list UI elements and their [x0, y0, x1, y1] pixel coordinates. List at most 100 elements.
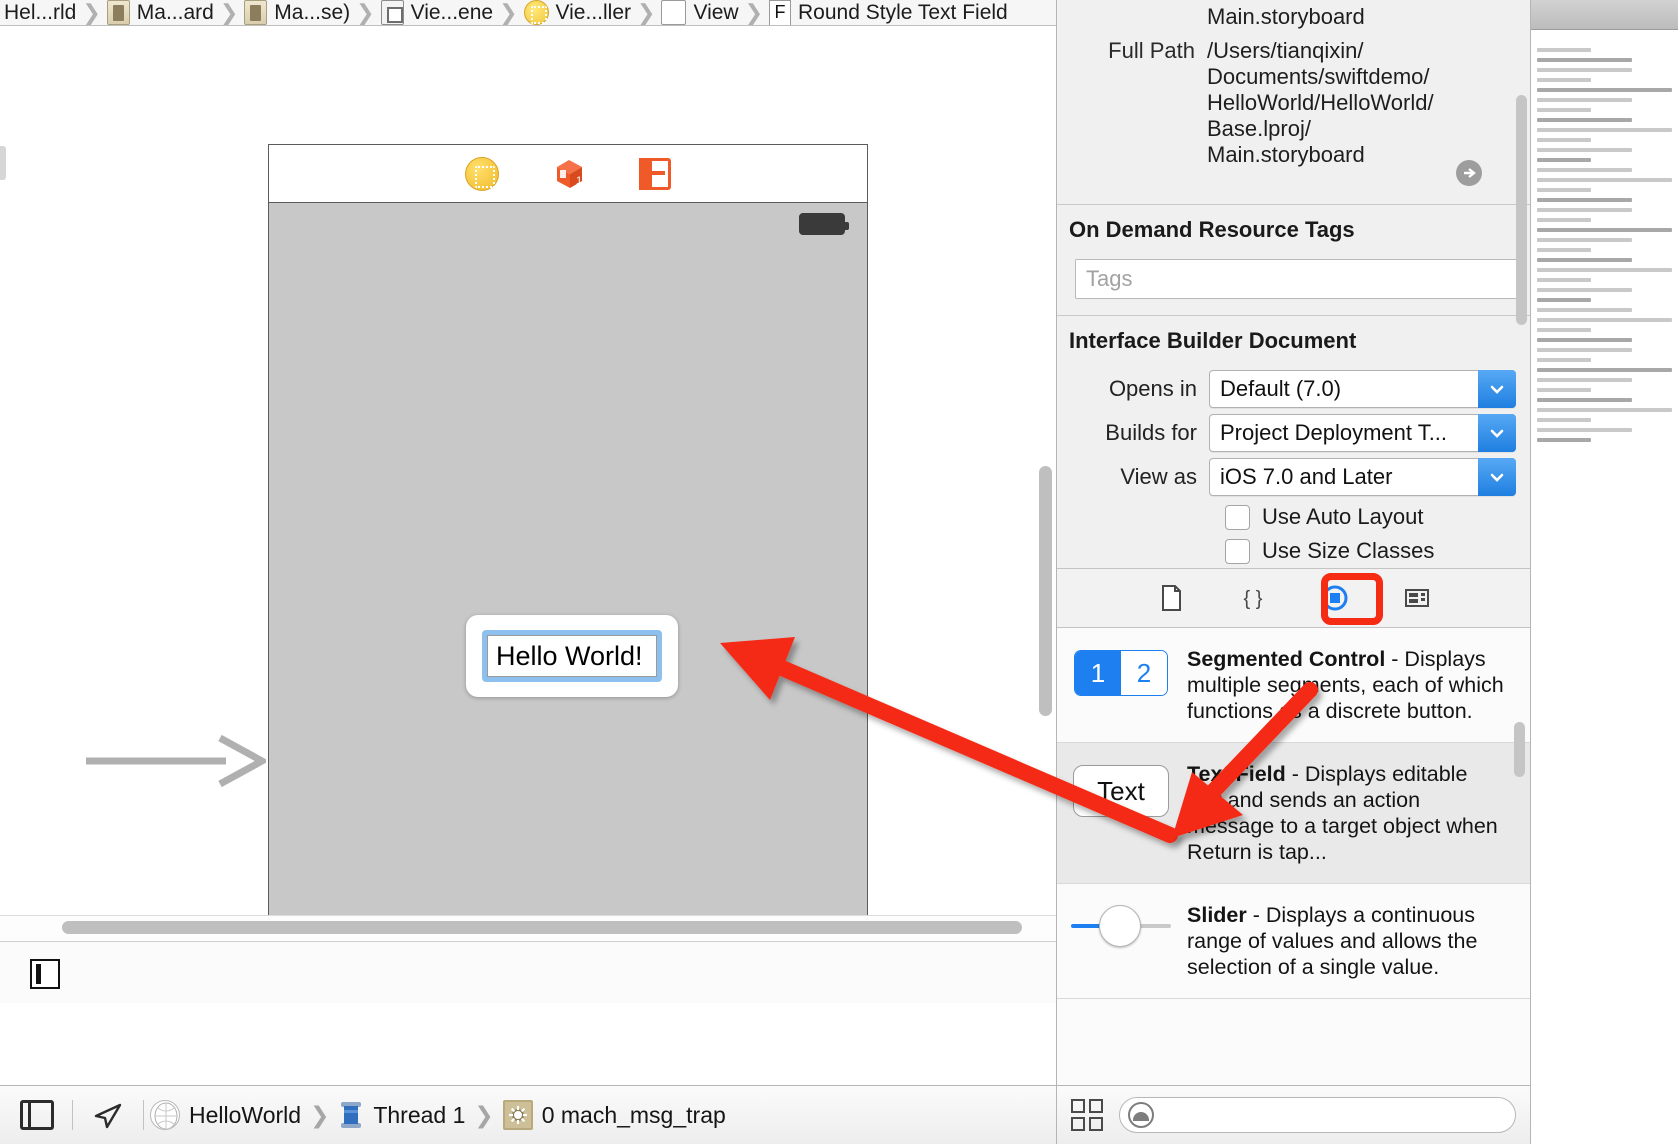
- breadcrumb-item-storyboard[interactable]: Ma...ard: [107, 0, 214, 25]
- view-controller-cube-icon[interactable]: 1: [551, 157, 587, 191]
- file-name-value: Main.storyboard: [1207, 4, 1516, 30]
- use-size-classes-checkbox[interactable]: [1225, 539, 1250, 564]
- code-line: [1537, 248, 1591, 252]
- thread-spool-icon: [338, 1100, 364, 1130]
- opens-in-row[interactable]: Opens in Default (7.0): [1057, 370, 1516, 408]
- file-inspector-content[interactable]: Main.storyboard Full Path /Users/tianqix…: [1057, 0, 1530, 568]
- debug-bar[interactable]: HelloWorld ❯ Thread 1 ❯ 0 mach_msg_trap: [0, 1085, 1056, 1144]
- debug-breadcrumb-process[interactable]: HelloWorld: [150, 1100, 301, 1130]
- view-as-row[interactable]: View as iOS 7.0 and Later: [1057, 458, 1516, 496]
- tags-input[interactable]: Tags: [1075, 259, 1518, 299]
- builds-for-row[interactable]: Builds for Project Deployment T...: [1057, 414, 1516, 452]
- chevron-down-icon[interactable]: [1478, 370, 1516, 408]
- code-line: [1537, 258, 1632, 262]
- library-item-slider[interactable]: Slider - Displays a continuous range of …: [1057, 884, 1530, 999]
- code-snippet-library-icon[interactable]: { }: [1238, 583, 1268, 613]
- canvas-vertical-scrollbar[interactable]: [1039, 466, 1052, 716]
- code-line: [1537, 88, 1672, 92]
- exit-icon[interactable]: [639, 158, 671, 190]
- code-line: [1537, 348, 1632, 352]
- breadcrumb-item-scene[interactable]: Vie...ene: [381, 0, 494, 25]
- divider: [72, 1100, 73, 1130]
- text-field-hello-world[interactable]: Hello World!: [487, 635, 657, 677]
- process-label: HelloWorld: [189, 1102, 301, 1129]
- breadcrumb-item-view-controller[interactable]: Vie...ller: [524, 0, 631, 25]
- code-line: [1537, 198, 1632, 202]
- code-line: [1537, 178, 1672, 182]
- reveal-in-finder-arrow-icon[interactable]: [1456, 160, 1482, 186]
- code-line: [1537, 228, 1672, 232]
- text-field-thumb-label: Text: [1097, 776, 1145, 807]
- library-item-segmented-control[interactable]: 1 2 Segmented Control - Displays multipl…: [1057, 628, 1530, 743]
- breadcrumb-separator: ❯: [356, 0, 374, 26]
- code-line: [1537, 208, 1632, 212]
- use-auto-layout-checkbox[interactable]: [1225, 505, 1250, 530]
- location-arrow-icon[interactable]: [93, 1100, 123, 1130]
- toggle-panels-icon[interactable]: [20, 1100, 54, 1130]
- breadcrumb-separator: ❯: [499, 0, 517, 26]
- view-as-label: View as: [1057, 464, 1209, 490]
- canvas-horizontal-scrollbar[interactable]: [0, 915, 1056, 941]
- library-item-text-field[interactable]: Text Text Field - Displays editable text…: [1057, 743, 1530, 884]
- library-tab-strip[interactable]: { }: [1057, 568, 1530, 628]
- library-filter-input[interactable]: [1119, 1097, 1516, 1133]
- opens-in-popup[interactable]: Default (7.0): [1209, 370, 1516, 408]
- segmented-control-icon: 1 2: [1074, 650, 1168, 696]
- object-library-list[interactable]: 1 2 Segmented Control - Displays multipl…: [1057, 628, 1530, 1085]
- full-path-value: /Users/tianqixin/ Documents/swiftdemo/ H…: [1207, 38, 1516, 168]
- scene-view[interactable]: Hello World!: [269, 203, 867, 933]
- utilities-inspector-panel[interactable]: Main.storyboard Full Path /Users/tianqix…: [1056, 0, 1530, 1085]
- assistant-editor-preview[interactable]: [1530, 0, 1678, 1144]
- view-controller-scene[interactable]: 1 Hello World!: [268, 144, 868, 934]
- use-size-classes-row[interactable]: Use Size Classes: [1225, 538, 1530, 564]
- library-item-text: Text Field - Displays editable text and …: [1187, 761, 1508, 865]
- breadcrumb-item-project[interactable]: Hel...rld: [4, 1, 76, 25]
- first-responder-icon[interactable]: [465, 157, 499, 191]
- scrollbar-thumb[interactable]: [62, 921, 1022, 934]
- breadcrumb-item-view[interactable]: View: [661, 0, 738, 25]
- canvas-footer-toolbar[interactable]: [0, 941, 1056, 1003]
- opens-in-value: Default (7.0): [1220, 376, 1341, 402]
- inspector-scrollbar[interactable]: [1516, 95, 1527, 325]
- grid-cell: [1089, 1099, 1103, 1113]
- spacer: [1057, 4, 1207, 30]
- jump-bar[interactable]: Hel...rld ❯ Ma...ard ❯ Ma...se) ❯ Vie...…: [0, 0, 1056, 26]
- breadcrumb-item-storyboard-base[interactable]: Ma...se): [244, 0, 350, 25]
- breadcrumb-item-text-field[interactable]: F Round Style Text Field: [769, 0, 1008, 26]
- object-library-highlight-annotation: [1321, 573, 1383, 625]
- media-library-icon[interactable]: [1402, 583, 1432, 613]
- breadcrumb-separator: ❯: [82, 0, 100, 26]
- document-outline-toggle-icon[interactable]: [30, 959, 60, 989]
- code-line: [1537, 408, 1672, 412]
- canvas-left-resize-handle[interactable]: [0, 146, 6, 180]
- selected-text-field-container[interactable]: Hello World!: [466, 615, 678, 697]
- breadcrumb-label: Ma...se): [274, 1, 350, 25]
- code-line: [1537, 58, 1632, 62]
- chevron-down-icon[interactable]: [1478, 414, 1516, 452]
- file-template-library-icon[interactable]: [1156, 583, 1186, 613]
- xcode-window: Hel...rld ❯ Ma...ard ❯ Ma...se) ❯ Vie...…: [0, 0, 1678, 1144]
- debug-breadcrumb-frame[interactable]: 0 mach_msg_trap: [503, 1100, 726, 1130]
- text-field-icon: Text: [1073, 765, 1169, 817]
- debug-breadcrumb-thread[interactable]: Thread 1: [338, 1100, 465, 1130]
- svg-text:{ }: { }: [1243, 588, 1262, 610]
- code-line: [1537, 118, 1632, 122]
- chevron-down-icon[interactable]: [1478, 458, 1516, 496]
- text-field-icon: F: [769, 0, 791, 26]
- breadcrumb-label: Round Style Text Field: [798, 1, 1008, 25]
- use-auto-layout-row[interactable]: Use Auto Layout: [1225, 504, 1530, 530]
- grid-view-icon[interactable]: [1071, 1099, 1103, 1131]
- library-bottom-bar[interactable]: [1056, 1085, 1530, 1144]
- text-field-thumb: Text: [1071, 761, 1171, 865]
- view-as-popup[interactable]: iOS 7.0 and Later: [1209, 458, 1516, 496]
- builds-for-popup[interactable]: Project Deployment T...: [1209, 414, 1516, 452]
- storyboard-canvas[interactable]: 1 Hello World!: [0, 26, 1056, 941]
- breadcrumb-separator: ❯: [637, 0, 655, 26]
- code-line: [1537, 288, 1632, 292]
- breadcrumb-separator: ❯: [745, 0, 763, 26]
- library-scrollbar[interactable]: [1514, 722, 1525, 777]
- breadcrumb-label: View: [693, 1, 738, 25]
- on-demand-resource-tags-title: On Demand Resource Tags: [1057, 205, 1530, 253]
- scene-dock[interactable]: 1: [269, 145, 867, 203]
- slider-knob: [1099, 905, 1141, 947]
